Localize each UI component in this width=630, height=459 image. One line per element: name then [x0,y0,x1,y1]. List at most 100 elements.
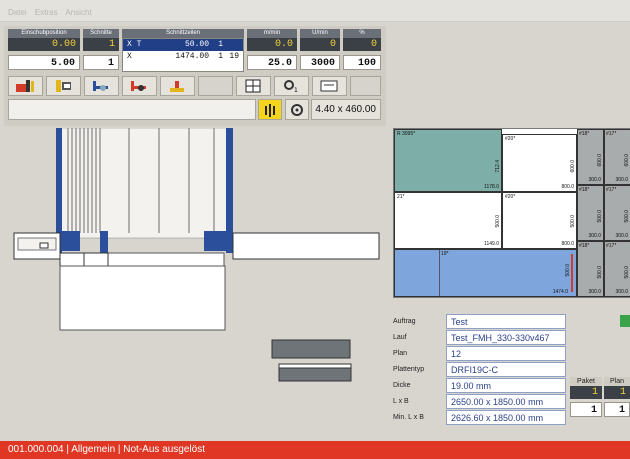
message-field [8,99,256,120]
cut-row[interactable]: X T 50.00 1 [123,39,243,51]
pusher-button[interactable] [8,76,43,96]
lxb-label: L x B [393,398,409,405]
lift-table-button[interactable] [159,76,195,96]
plate-width: 1178.0 [484,184,499,190]
plate-label: #17* [606,187,617,193]
error-status-bar[interactable]: 001.000.004 | Allgemein | Not-Aus ausgel… [0,441,630,459]
einschub-input[interactable]: 5.00 [8,55,80,70]
schnitte-input[interactable]: 1 [83,55,119,70]
menu-bar: Datei Extras Ansicht [0,0,630,22]
plate-height: 500.0 [597,266,603,279]
plate-height: 600.0 [624,154,630,167]
umin-input[interactable]: 3000 [300,55,340,70]
plate-part[interactable]: #18* 300.0 600.0 [577,129,604,185]
plan-header: Plan [604,377,630,386]
saw-blade-button[interactable] [258,99,282,120]
lauf-field[interactable]: Test_FMH_330-330v467 [446,330,566,345]
dicke-field[interactable]: 19.00 mm [446,378,566,393]
cut-value: 1474.00 [175,52,209,61]
plate-width: 300.0 [588,289,601,295]
plate-height: 600.0 [570,160,576,173]
layout-icon [245,79,261,93]
einschub-header: Einschubposition [8,29,80,38]
plate-width: 1474.0 [552,289,568,295]
saw-carriage-button[interactable] [83,76,119,96]
plate-part[interactable]: #17* 300.0 500.0 [604,241,630,297]
plate-part[interactable]: #18* 300.0 500.0 [577,241,604,297]
plate-rest[interactable]: R 3095* 1178.0 712.4 [394,129,502,192]
plate-width: 800.0 [561,241,574,247]
umin-actual: 0 [300,38,340,51]
percent-input[interactable]: 100 [343,55,381,70]
plate-part[interactable]: #20* 800.0 600.0 [502,134,577,192]
cut-col-b [223,39,239,51]
percent-header: % [343,29,381,38]
umin-header: U/min [300,29,340,38]
label-printer-icon [320,80,338,92]
cut-col-b: 19 [229,52,239,61]
schnittzeilen-list[interactable]: X T 50.00 1 X 1474.00 1 19 [122,38,244,72]
layout-button[interactable] [235,76,271,96]
plate-part[interactable]: #20* 800.0 500.0 [502,192,577,249]
plate-width: 1149.0 [484,241,499,247]
lauf-label: Lauf [393,334,407,341]
schnittzeilen-column: Schnittzeilen X T 50.00 1 X 1474.00 1 19 [122,29,244,72]
clamp-button[interactable] [45,76,81,96]
plate-part[interactable]: 21* 1149.0 500.0 [394,192,502,249]
machine-schematic [4,127,386,438]
lxb-field[interactable]: 2650.00 x 1850.00 mm [446,394,566,409]
dicke-label: Dicke [393,382,411,389]
plattentyp-label: Plattentyp [393,366,425,373]
menu-item-extras[interactable]: Extras [35,8,58,17]
saw-unit-icon [131,81,147,91]
plate-height: 500.0 [624,210,630,223]
mmin-header: m/min [247,29,297,38]
saw-readout: 4.40 x 460.00 [311,99,381,120]
plate-part-selected[interactable]: 19* 1474.0 500.0 [394,249,577,297]
plan-counter: Plan 1 1 [604,377,630,417]
mmin-input[interactable]: 25.0 [247,55,297,70]
cut-col-a: 1 [218,40,223,49]
plate-width: 300.0 [588,233,601,239]
auftrag-field[interactable]: Test [446,314,566,329]
cutting-plan: R 3095* 1178.0 712.4 #20* 800.0 600.0 21… [393,128,630,298]
pusher-icon [16,80,35,92]
plate-part[interactable]: #17* 300.0 600.0 [604,129,630,185]
umin-column: U/min 0 3000 [300,29,340,70]
plate-part[interactable]: #18* 300.0 500.0 [577,185,604,241]
plate-label: R 3095* [397,131,416,137]
label-printer-button[interactable] [311,76,347,96]
plan-field[interactable]: 12 [446,346,566,361]
cut-line [439,250,440,296]
plate-height: 500.0 [597,210,603,223]
empty-tool-button[interactable] [349,76,381,96]
paket-header: Paket [570,377,602,386]
plattentyp-field[interactable]: DRFI19C-C [446,362,566,377]
cut-axis: X [127,52,132,61]
plan-label: Plan [393,350,408,357]
minlxb-field[interactable]: 2626.60 x 1850.00 mm [446,410,566,425]
saw-unit-button[interactable] [121,76,157,96]
paket-input[interactable]: 1 [570,402,602,417]
info-values: Test Test_FMH_330-330v467 12 DRFI19C-C 1… [446,314,566,425]
plate-height: 600.0 [597,154,603,167]
blade-settings-button[interactable] [285,99,309,120]
percent-column: % 0 100 [343,29,381,70]
tool-toolbar: 1 [8,76,381,96]
status-led [620,315,630,327]
machine-schematic-drawing [13,127,380,382]
rotate-button[interactable]: 1 [273,76,309,96]
info-labels: Auftrag Lauf Plan Plattentyp Dicke L x B… [393,314,448,425]
cut-row[interactable]: X 1474.00 1 19 [123,51,243,63]
plan-input[interactable]: 1 [604,402,630,417]
plate-label: #20* [505,136,516,142]
menu-item-ansicht[interactable]: Ansicht [65,8,91,17]
cut-col-a: 1 [218,52,223,61]
plate-part[interactable]: #17* 300.0 500.0 [604,185,630,241]
plate-label: 21* [397,194,405,200]
plate-label: #17* [606,131,617,137]
menu-item-datei[interactable]: Datei [8,8,27,17]
empty-tool-button[interactable] [197,76,233,96]
blade-icon [291,103,303,116]
rotate-icon: 1 [284,80,298,93]
